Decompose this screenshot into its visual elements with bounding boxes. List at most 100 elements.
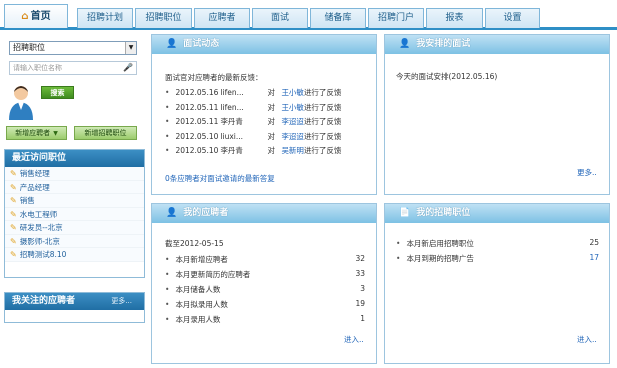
pencil-icon: ✎ (10, 223, 17, 232)
bullet: • (165, 117, 170, 126)
feedback-interviewer: liuxi... (220, 131, 244, 141)
interview-feedback-row: • 2012.05.10 liuxi... 对李迢迢进行了反馈 (165, 131, 341, 142)
pencil-icon: ✎ (10, 209, 17, 219)
recent-position-item[interactable]: ✎ 研发员--北京 (5, 221, 144, 235)
document-icon: 📄 (399, 208, 411, 218)
applicant-stat-row: • 本月录用人数 1 (165, 314, 365, 325)
followed-applicants-header: 我关注的应聘者 更多... (5, 293, 144, 310)
chevron-down-icon: ▼ (53, 130, 58, 137)
my-interviews-more-link[interactable]: 更多.. (577, 167, 597, 178)
recent-position-item[interactable]: ✎ 产品经理 (5, 180, 144, 194)
interview-updates-title: 面试动态 (183, 39, 220, 49)
feedback-action: 进行了反馈 (303, 88, 342, 97)
tab-label: 招聘计划 (86, 13, 123, 23)
stat-label: 本月拟录用人数 (175, 300, 228, 309)
position-stat-row: • 本月到期的招聘广告 17 (396, 253, 601, 264)
bullet: • (165, 270, 170, 279)
microphone-icon[interactable]: 🎤 (123, 62, 133, 74)
stat-value: 32 (355, 254, 365, 263)
user-icon: 👤 (166, 39, 178, 49)
stat-value[interactable]: 17 (569, 253, 599, 262)
tab-home[interactable]: ⌂ 首页 (4, 4, 68, 28)
recent-positions-panel: 最近访问职位 ✎ 销售经理 ✎ 产品经理 ✎ 销售 ✎ 水电工程师 ✎ 研发员--北京 ✎ 摄影师-北… (4, 149, 145, 278)
bullet: • (165, 255, 170, 264)
feedback-action: 进行了反馈 (303, 117, 342, 126)
applicant-name-link[interactable]: 王小敏 (281, 88, 304, 97)
tab-recruit-plan[interactable]: 招聘计划 (77, 8, 133, 28)
applicant-name-link[interactable]: 吴新明 (281, 146, 304, 155)
interview-feedback-row: • 2012.05.10 李丹青 对吴新明进行了反馈 (165, 145, 341, 156)
tab-home-label: 首页 (30, 11, 51, 22)
tab-label: 招聘门户 (377, 13, 414, 23)
stat-label: 本月储备人数 (175, 285, 221, 294)
recent-position-label: 研发员--北京 (19, 223, 63, 232)
tab-reports[interactable]: 报表 (426, 8, 483, 28)
stat-value: 33 (355, 269, 365, 278)
position-search-input[interactable]: 请输入职位名称 🎤 (9, 61, 137, 75)
add-applicant-label: 新增应聘者 (15, 129, 51, 137)
tab-interview[interactable]: 面试 (252, 8, 308, 28)
applicant-stat-row: • 本月更新简历的应聘者 33 (165, 269, 365, 280)
recent-position-label: 销售经理 (19, 169, 50, 178)
add-applicant-button[interactable]: 新增应聘者 ▼ (6, 126, 67, 140)
applicant-name-link[interactable]: 李迢迢 (281, 117, 304, 126)
search-button[interactable]: 搜索 (41, 86, 74, 99)
feedback-date: 2012.05.11 (175, 102, 219, 112)
recent-position-item[interactable]: ✎ 摄影师-北京 (5, 234, 144, 248)
today-interviews-text: 今天的面试安排(2012.05.16) (396, 72, 498, 81)
tab-label: 招聘职位 (145, 13, 182, 23)
stat-label: 本月新启用招聘职位 (406, 239, 474, 248)
stat-label: 本月更新简历的应聘者 (175, 270, 251, 279)
tab-positions[interactable]: 招聘职位 (135, 8, 192, 28)
bullet: • (165, 285, 170, 294)
applicants-as-of: 截至2012-05-15 (165, 239, 224, 248)
tab-label: 设置 (503, 13, 522, 23)
position-type-select[interactable]: 招聘职位 ▼ (9, 41, 137, 55)
recent-position-label: 产品经理 (19, 182, 50, 192)
interview-feedback-row: • 2012.05.11 lifen... 对王小敏进行了反馈 (165, 102, 341, 113)
interview-intro: 面试官对应聘者的最新反馈： (165, 73, 263, 82)
feedback-to: 对 (267, 117, 275, 126)
my-applicants-enter-link[interactable]: 进入.. (344, 334, 364, 345)
pencil-icon: ✎ (10, 196, 17, 205)
tab-portal[interactable]: 招聘门户 (368, 8, 424, 28)
stat-value: 19 (355, 299, 365, 308)
applicant-stat-row: • 本月拟录用人数 19 (165, 299, 365, 310)
feedback-date: 2012.05.10 (175, 131, 219, 141)
tab-settings[interactable]: 设置 (485, 8, 540, 28)
feedback-to: 对 (267, 131, 275, 141)
my-interviews-title: 我安排的面试 (416, 39, 471, 49)
tab-label: 报表 (445, 13, 464, 23)
invite-replies-link[interactable]: 0条应聘者对面试邀请的最新答复 (165, 173, 275, 184)
my-positions-panel: 📄 我的招聘职位 • 本月新启用招聘职位 25 • 本月到期的招聘广告 17 进入.. (384, 203, 610, 364)
recent-position-item[interactable]: ✎ 招聘测试8.10 (5, 248, 144, 262)
recent-position-item[interactable]: ✎ 水电工程师 (5, 207, 144, 221)
stat-value: 3 (360, 284, 365, 293)
tab-talent-pool[interactable]: 储备库 (310, 8, 366, 28)
my-interviews-header: 👤 我安排的面试 (385, 35, 609, 54)
stat-label: 本月新增应聘者 (175, 255, 228, 264)
tab-applicants[interactable]: 应聘者 (194, 8, 250, 28)
add-position-button[interactable]: 新增招聘职位 (74, 126, 137, 140)
bullet: • (165, 315, 170, 324)
my-positions-enter-link[interactable]: 进入.. (577, 334, 597, 345)
feedback-interviewer: 李丹青 (220, 117, 243, 126)
feedback-date: 2012.05.11 (175, 117, 219, 126)
chevron-down-icon[interactable]: ▼ (125, 42, 136, 54)
pencil-icon: ✎ (10, 236, 17, 246)
applicant-name-link[interactable]: 王小敏 (281, 103, 304, 112)
recent-position-item[interactable]: ✎ 销售经理 (5, 167, 144, 181)
interview-feedback-row: • 2012.05.11 李丹青 对李迢迢进行了反馈 (165, 116, 341, 127)
recent-position-item[interactable]: ✎ 销售 (5, 194, 144, 208)
stat-value: 1 (360, 314, 365, 323)
tab-label: 应聘者 (208, 13, 236, 23)
feedback-to: 对 (267, 88, 275, 97)
pencil-icon: ✎ (10, 250, 17, 259)
pencil-icon: ✎ (10, 169, 17, 178)
applicant-stat-row: • 本月新增应聘者 32 (165, 254, 365, 265)
recent-position-label: 水电工程师 (19, 209, 58, 219)
applicant-stat-row: • 本月储备人数 3 (165, 284, 365, 295)
followed-more-link[interactable]: 更多... (111, 293, 132, 310)
applicant-name-link[interactable]: 李迢迢 (281, 132, 304, 141)
pencil-icon: ✎ (10, 182, 17, 192)
